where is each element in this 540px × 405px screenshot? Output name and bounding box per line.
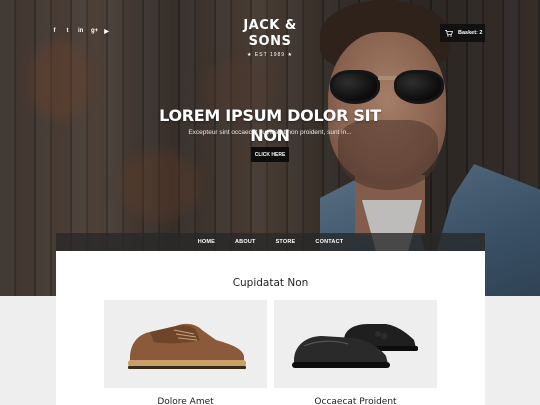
logo-tagline: ★ EST 1989 ★: [247, 52, 293, 58]
nav-item-about[interactable]: ABOUT: [235, 239, 256, 245]
section-title: Cupidatat Non: [232, 277, 309, 289]
site-logo[interactable]: JACK & SONS ★ EST 1989 ★: [228, 18, 312, 58]
brown-suede-shoe-image: [128, 323, 246, 369]
nav-item-store[interactable]: STORE: [276, 239, 296, 245]
product-section: Cupidatat Non Dolore Amet Occaecat Proid…: [56, 251, 485, 405]
click-here-button[interactable]: CLICK HERE: [251, 147, 289, 162]
social-links: f t in g+ ▶: [52, 28, 109, 35]
product-card-image[interactable]: [104, 300, 267, 388]
youtube-icon[interactable]: ▶: [104, 28, 109, 35]
hero-title: LOREM IPSUM DOLOR SIT NON: [159, 106, 381, 145]
product-name[interactable]: Occaecat Proident: [274, 397, 437, 405]
facebook-icon[interactable]: f: [52, 28, 57, 35]
product-card-image[interactable]: [274, 300, 437, 388]
hero-subtitle: Excepteur sint occaecat cupidatat non pr…: [188, 129, 352, 136]
product-name[interactable]: Dolore Amet: [104, 397, 267, 405]
basket-button[interactable]: Basket: 2: [440, 24, 485, 42]
main-nav: HOME ABOUT STORE CONTACT: [56, 233, 485, 251]
basket-label: Basket: 2: [458, 30, 483, 36]
google-plus-icon[interactable]: g+: [91, 28, 98, 35]
logo-name: JACK & SONS: [243, 18, 297, 49]
nav-item-home[interactable]: HOME: [198, 239, 215, 245]
nav-item-contact[interactable]: CONTACT: [315, 239, 343, 245]
linkedin-icon[interactable]: in: [78, 28, 83, 35]
cart-icon: [445, 29, 453, 37]
twitter-icon[interactable]: t: [65, 28, 70, 35]
black-leather-shoes-image: [292, 324, 418, 368]
